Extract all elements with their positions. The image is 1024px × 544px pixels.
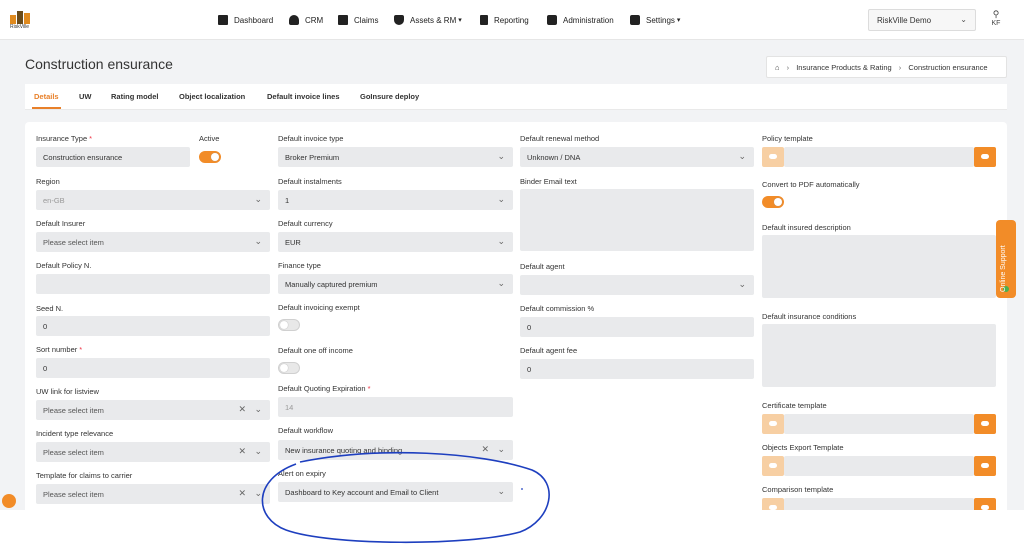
page: RiskVille Dashboard CRM Claims Assets & … (0, 0, 1024, 544)
annotation-circle (261, 451, 550, 544)
